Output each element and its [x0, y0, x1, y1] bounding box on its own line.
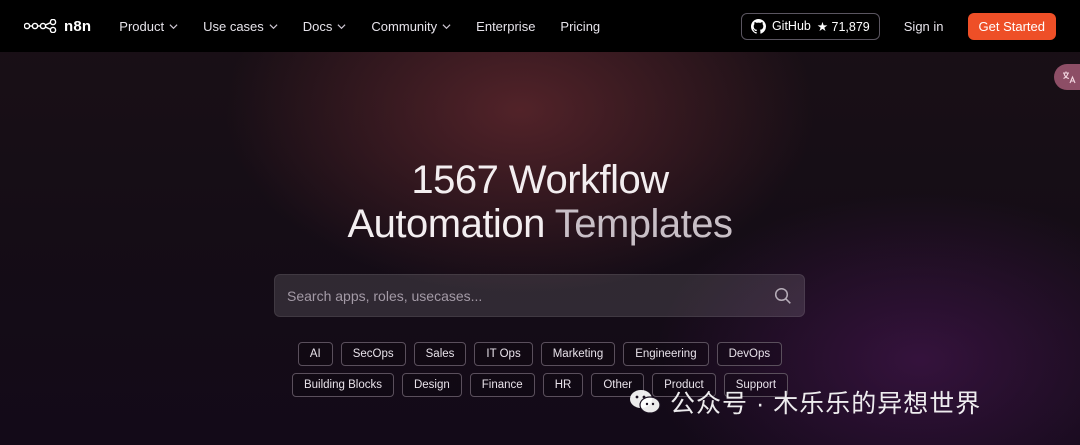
nav-enterprise-label: Enterprise — [476, 18, 536, 34]
nav-pricing[interactable]: Pricing — [560, 19, 600, 34]
translate-tab[interactable] — [1054, 64, 1080, 90]
nav-product[interactable]: Product — [119, 19, 178, 34]
category-chip-finance[interactable]: Finance — [469, 373, 535, 397]
nav-use-cases-label: Use cases — [203, 18, 264, 34]
category-chip-ai[interactable]: AI — [297, 342, 333, 366]
chevron-down-icon — [442, 23, 451, 29]
title-line-2: Automation Templates — [0, 202, 1080, 246]
title-part: Automation — [347, 202, 545, 246]
nav-community[interactable]: Community — [371, 19, 451, 34]
github-stars: ★ 71,879 — [816, 19, 870, 34]
translate-icon — [1063, 71, 1076, 84]
title-part: Templates — [554, 202, 733, 246]
chevron-down-icon — [169, 23, 178, 29]
category-chip-devops[interactable]: DevOps — [716, 342, 783, 366]
nav-use-cases[interactable]: Use cases — [203, 19, 278, 34]
nav-pricing-label: Pricing — [560, 18, 601, 34]
category-chip-sales[interactable]: Sales — [413, 342, 467, 366]
nav-docs-label: Docs — [302, 18, 333, 34]
n8n-logo-icon — [24, 19, 57, 33]
category-chip-secops[interactable]: SecOps — [340, 342, 406, 366]
nav-right-group: GitHub ★ 71,879 Sign in Get Started — [740, 12, 1056, 40]
nav-enterprise[interactable]: Enterprise — [476, 19, 535, 34]
category-chip-it-ops[interactable]: IT Ops — [474, 342, 533, 366]
wechat-icon — [630, 390, 661, 414]
category-chip-hr[interactable]: HR — [542, 373, 584, 397]
get-started-button[interactable]: Get Started — [967, 12, 1056, 40]
wechat-watermark: 公众号 · 木乐乐的异想世界 — [628, 384, 981, 420]
chevron-down-icon — [337, 23, 346, 29]
top-navbar: n8n Product Use cases Docs Community Ent… — [0, 0, 1080, 52]
github-label: GitHub — [771, 19, 811, 33]
template-search-box — [274, 274, 805, 317]
nav-docs[interactable]: Docs — [303, 19, 347, 34]
category-chips-row-1: AI SecOps Sales IT Ops Marketing Enginee… — [0, 342, 1080, 366]
title-line-1: 1567 Workflow — [0, 158, 1080, 202]
chevron-down-icon — [269, 23, 278, 29]
search-input[interactable] — [287, 287, 774, 304]
category-chip-building-blocks[interactable]: Building Blocks — [291, 373, 394, 397]
nav-product-label: Product — [119, 18, 165, 34]
n8n-logo[interactable]: n8n — [24, 18, 91, 35]
page-title: 1567 Workflow Automation Templates — [0, 158, 1080, 246]
title-part: 1567 Workflow — [411, 158, 669, 202]
sign-in-link[interactable]: Sign in — [904, 19, 944, 34]
category-chip-engineering[interactable]: Engineering — [623, 342, 709, 366]
category-chip-design[interactable]: Design — [401, 373, 462, 397]
search-icon[interactable] — [774, 287, 792, 305]
github-icon — [750, 18, 766, 34]
nav-community-label: Community — [371, 18, 438, 34]
watermark-text: 公众号 · 木乐乐的异想世界 — [670, 390, 982, 418]
brand-name: n8n — [64, 17, 92, 35]
category-chip-marketing[interactable]: Marketing — [540, 342, 616, 366]
github-button[interactable]: GitHub ★ 71,879 — [740, 12, 880, 40]
